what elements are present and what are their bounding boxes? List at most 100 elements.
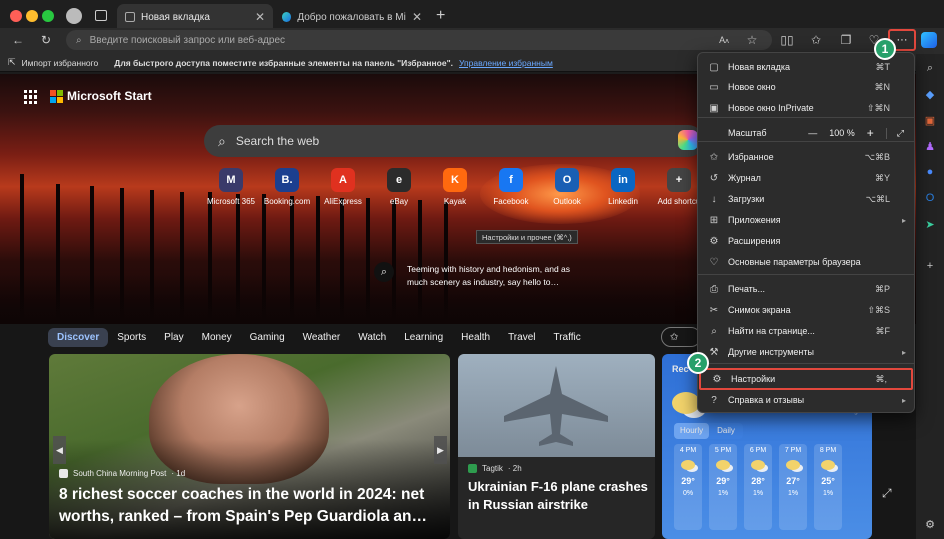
sidebar-settings-icon[interactable]: ⚙ bbox=[922, 516, 938, 532]
collections-icon[interactable]: ❐ bbox=[838, 32, 854, 48]
category-tab[interactable]: Learning bbox=[395, 328, 452, 347]
refresh-icon[interactable]: ↻ bbox=[38, 32, 54, 48]
minimize-window-button[interactable] bbox=[26, 10, 38, 22]
expand-icon[interactable]: ⤢ bbox=[882, 486, 892, 501]
manage-favorites-link[interactable]: Управление избранным bbox=[459, 58, 553, 68]
menu-item[interactable]: ⊞ Приложения ▸ bbox=[698, 210, 914, 230]
menu-item[interactable]: ✂ Снимок экрана ⇧⌘S bbox=[698, 300, 914, 320]
quick-link-label: Outlook bbox=[553, 197, 581, 206]
menu-item[interactable]: ⌕ Найти на странице... ⌘F bbox=[698, 321, 914, 341]
news-card-secondary[interactable]: Tagtik · 2h Ukrainian F-16 plane crashes… bbox=[458, 354, 655, 539]
quick-link[interactable]: M Microsoft 365 bbox=[201, 168, 261, 206]
menu-item[interactable]: ? Справка и отзывы ▸ bbox=[698, 390, 914, 410]
sidebar-search-icon[interactable]: ⌕ bbox=[922, 60, 938, 76]
quick-link[interactable]: K Kayak bbox=[425, 168, 485, 206]
close-window-button[interactable] bbox=[10, 10, 22, 22]
new-tab-icon[interactable]: + bbox=[436, 7, 445, 25]
category-tab[interactable]: Watch bbox=[349, 328, 395, 347]
prev-slide-icon[interactable]: ◀ bbox=[53, 436, 66, 464]
sidebar-drop-icon[interactable]: ➤ bbox=[922, 216, 938, 232]
hour-temp: 29° bbox=[681, 476, 695, 486]
category-tab[interactable]: Discover bbox=[48, 327, 109, 347]
menu-item[interactable]: ▭ Новое окно ⌘N bbox=[698, 77, 914, 97]
quick-link-label: AliExpress bbox=[324, 197, 362, 206]
zoom-in-button[interactable]: + bbox=[867, 126, 874, 140]
menu-item-icon: ✂ bbox=[709, 304, 719, 316]
favorites-icon[interactable]: ✩ bbox=[808, 32, 824, 48]
menu-item-settings[interactable]: ⚙ Настройки ⌘, bbox=[699, 368, 913, 390]
weather-tab-daily[interactable]: Daily bbox=[709, 423, 743, 439]
menu-item[interactable]: ↺ Журнал ⌘Y bbox=[698, 168, 914, 188]
quick-link[interactable]: e eBay bbox=[369, 168, 429, 206]
address-bar[interactable]: ⌕ Введите поисковый запрос или веб-адрес bbox=[66, 30, 772, 50]
web-search-box[interactable]: ⌕ Search the web bbox=[204, 125, 704, 157]
menu-item-icon: ↓ bbox=[711, 193, 717, 205]
search-teaser-icon[interactable]: ⌕ bbox=[374, 262, 394, 282]
sidebar-outlook-icon[interactable]: O bbox=[922, 190, 938, 206]
sidebar-add-icon[interactable]: + bbox=[922, 258, 938, 274]
copilot-icon[interactable] bbox=[921, 32, 937, 48]
back-icon[interactable]: ← bbox=[10, 32, 26, 48]
personalize-button[interactable]: ✩ bbox=[661, 327, 701, 347]
search-placeholder: Search the web bbox=[235, 134, 320, 148]
category-tab[interactable]: Traffic bbox=[544, 328, 589, 347]
news-card-main[interactable]: ◀ ▶ South China Morning Post · 1d 8 rich… bbox=[49, 354, 450, 539]
category-tab[interactable]: Play bbox=[155, 328, 192, 347]
quick-link-icon: K bbox=[443, 168, 467, 192]
sidebar-tools-icon[interactable]: ▣ bbox=[922, 112, 938, 128]
menu-shortcut: ⌘T bbox=[875, 61, 891, 72]
close-tab-icon[interactable]: ✕ bbox=[255, 10, 265, 24]
quick-link[interactable]: O Outlook bbox=[537, 168, 597, 206]
quick-link[interactable]: A AliExpress bbox=[313, 168, 373, 206]
menu-item-icon: ? bbox=[711, 394, 717, 406]
next-slide-icon[interactable]: ▶ bbox=[434, 436, 447, 464]
menu-item[interactable]: ♡ Основные параметры браузера bbox=[698, 252, 914, 272]
menu-item-icon: ⌕ bbox=[711, 325, 717, 337]
category-tab[interactable]: Sports bbox=[108, 328, 155, 347]
menu-item[interactable]: ⎙ Печать... ⌘P bbox=[698, 279, 914, 299]
menu-item-icon: ▢ bbox=[709, 61, 719, 73]
menu-item-label: Загрузки bbox=[728, 194, 765, 204]
copilot-search-icon[interactable] bbox=[678, 130, 698, 150]
menu-item[interactable]: ✩ Избранное ⌥⌘B bbox=[698, 147, 914, 167]
split-screen-icon[interactable]: ▯▯ bbox=[779, 32, 795, 48]
tab-new-tab[interactable]: Новая вкладка ✕ bbox=[117, 4, 273, 30]
sidebar-games-icon[interactable]: ♟ bbox=[922, 138, 938, 154]
hour-temp: 28° bbox=[751, 476, 765, 486]
read-aloud-icon[interactable]: Aʌ bbox=[716, 32, 732, 48]
tab-actions-icon[interactable] bbox=[95, 10, 107, 21]
favorite-star-icon[interactable]: ☆ bbox=[744, 32, 760, 48]
quick-link[interactable]: B. Booking.com bbox=[257, 168, 317, 206]
menu-item[interactable]: ↓ Загрузки ⌥⌘L bbox=[698, 189, 914, 209]
category-tab[interactable]: Weather bbox=[294, 328, 350, 347]
category-tab[interactable]: Health bbox=[452, 328, 499, 347]
card-source: South China Morning Post bbox=[73, 469, 167, 478]
menu-item[interactable]: ⚒ Другие инструменты ▸ bbox=[698, 342, 914, 362]
zoom-out-button[interactable]: — bbox=[808, 128, 817, 138]
sidebar-m365-icon[interactable]: ● bbox=[922, 164, 938, 180]
tab-welcome[interactable]: Добро пожаловать в Microsoft ✕ bbox=[274, 4, 430, 30]
apps-launcher-icon[interactable] bbox=[24, 90, 38, 104]
profile-avatar[interactable] bbox=[66, 8, 82, 24]
menu-item[interactable]: ▢ Новая вкладка ⌘T bbox=[698, 57, 914, 77]
zoom-window-button[interactable] bbox=[42, 10, 54, 22]
category-tab[interactable]: Money bbox=[193, 328, 241, 347]
menu-item[interactable]: ▣ Новое окно InPrivate ⇧⌘N bbox=[698, 98, 914, 118]
close-tab-icon[interactable]: ✕ bbox=[412, 10, 422, 24]
import-favorites-link[interactable]: Импорт избранного bbox=[22, 58, 99, 68]
category-tab[interactable]: Travel bbox=[499, 328, 544, 347]
card-headline[interactable]: 8 richest soccer coaches in the world in… bbox=[59, 484, 444, 528]
quick-link[interactable]: f Facebook bbox=[481, 168, 541, 206]
teaser-text[interactable]: Teeming with history and hedonism, and a… bbox=[407, 263, 577, 289]
menu-item[interactable]: Масштаб — 100 % + ⤢ bbox=[698, 123, 914, 143]
hour-temp: 29° bbox=[716, 476, 730, 486]
sidebar-shopping-icon[interactable]: ◆ bbox=[922, 86, 938, 102]
hour-cell: 7 PM 27° 1% bbox=[779, 444, 807, 530]
quick-link-label: Facebook bbox=[493, 197, 529, 206]
menu-item[interactable]: ⚙ Расширения bbox=[698, 231, 914, 251]
card-headline[interactable]: Ukrainian F-16 plane crashes in Russian … bbox=[468, 478, 650, 514]
category-tab[interactable]: Gaming bbox=[241, 328, 294, 347]
quick-link[interactable]: in Linkedin bbox=[593, 168, 653, 206]
weather-tab-hourly[interactable]: Hourly bbox=[674, 423, 710, 439]
fullscreen-icon[interactable]: ⤢ bbox=[885, 127, 904, 139]
